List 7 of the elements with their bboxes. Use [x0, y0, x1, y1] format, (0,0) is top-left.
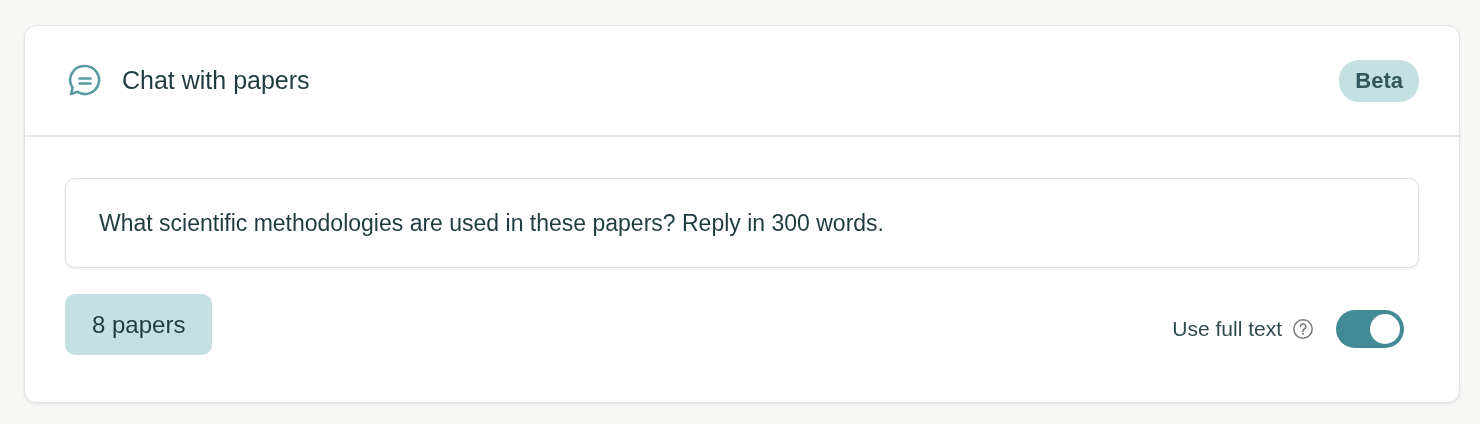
full-text-toggle[interactable] [1336, 309, 1404, 348]
prompt-field[interactable]: What scientific methodologies are used in these papers? Reply in 300 words. [65, 178, 1419, 268]
papers-button[interactable]: 8 papers [65, 294, 213, 355]
help-icon[interactable] [1292, 317, 1314, 340]
panel-title: Chat with papers [122, 66, 311, 95]
full-text-label: Use full text [1172, 316, 1282, 341]
beta-badge: Beta [1339, 59, 1419, 102]
